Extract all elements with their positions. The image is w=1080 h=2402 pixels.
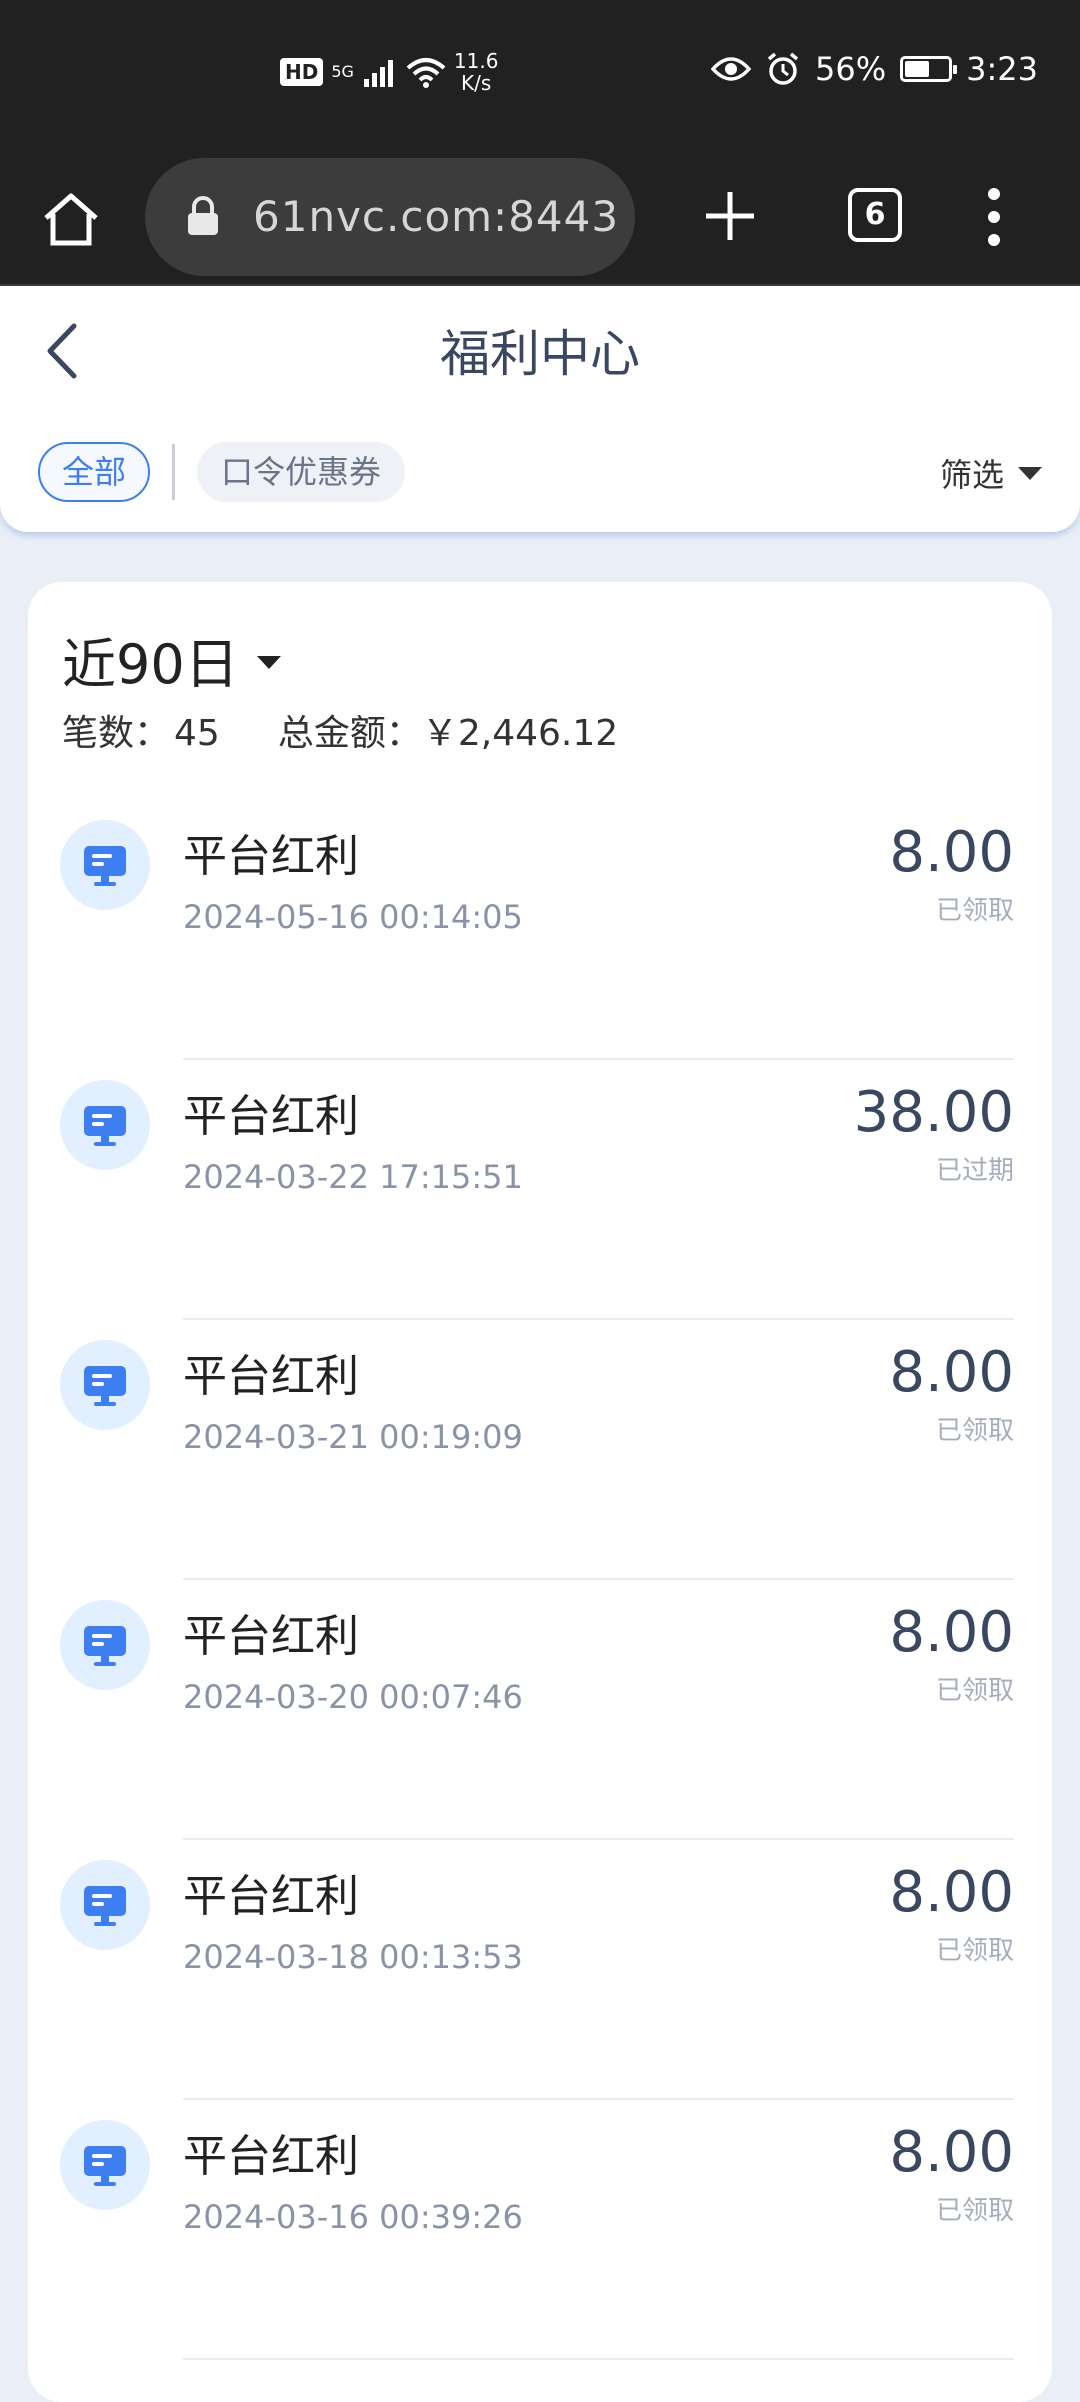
monitor-icon	[60, 2120, 150, 2210]
monitor-icon	[60, 1340, 150, 1430]
speed-value: 11.6	[453, 49, 499, 73]
app-header: 福利中心 全部 口令优惠券 筛选	[0, 286, 1080, 532]
record-list: 平台红利 2024-05-16 00:14:05 8.00 已领取 平台红利 2…	[28, 800, 1052, 2360]
total-label: 总金额：	[277, 713, 422, 754]
monitor-icon	[60, 820, 150, 910]
record-time: 2024-03-18 00:13:53	[183, 1938, 523, 1976]
more-menu-icon[interactable]	[980, 186, 1008, 248]
lock-icon	[188, 196, 218, 235]
eye-icon	[711, 57, 752, 81]
count-summary: 笔数： 45	[62, 704, 220, 756]
record-name: 平台红利	[183, 1611, 359, 1662]
category-tabs: 全部 口令优惠券	[38, 442, 406, 502]
record-name: 平台红利	[183, 1351, 359, 1402]
status-left: HD 5G 11.6 K/s	[280, 50, 498, 94]
caret-down-icon	[256, 656, 281, 669]
record-amount: 8.00	[889, 2120, 1014, 2185]
list-item[interactable]: 平台红利 2024-03-16 00:39:26 8.00 已领取	[28, 2100, 1052, 2360]
speed-unit: K/s	[461, 71, 492, 95]
count-value: 45	[174, 713, 220, 754]
tab-switcher-button[interactable]: 6	[848, 188, 902, 242]
record-amount: 8.00	[889, 1600, 1014, 1665]
list-item[interactable]: 平台红利 2024-03-21 00:19:09 8.00 已领取	[28, 1320, 1052, 1580]
record-status: 已领取	[935, 1676, 1014, 1706]
battery-icon	[900, 56, 958, 82]
record-status: 已领取	[935, 1416, 1014, 1446]
list-item[interactable]: 平台红利 2024-05-16 00:14:05 8.00 已领取	[28, 800, 1052, 1060]
status-bar: HD 5G 11.6 K/s 56% 3:23	[0, 0, 1080, 148]
new-tab-icon[interactable]	[700, 186, 760, 246]
record-amount: 8.00	[889, 1340, 1014, 1405]
clock: 3:23	[966, 50, 1038, 88]
battery-percent: 56%	[815, 50, 887, 88]
hd-badge: HD	[280, 58, 324, 86]
record-status: 已领取	[935, 1936, 1014, 1966]
monitor-icon	[60, 1860, 150, 1950]
network-speed: 11.6 K/s	[454, 50, 499, 94]
period-label: 近90日	[62, 633, 239, 696]
monitor-icon	[60, 1600, 150, 1690]
count-label: 笔数：	[62, 713, 171, 754]
total-summary: 总金额：￥2,446.12	[278, 704, 618, 756]
filter-button[interactable]: 筛选	[940, 450, 1042, 496]
browser-toolbar: 61nvc.com:8443 6	[0, 148, 1080, 286]
record-amount: 8.00	[889, 820, 1014, 885]
record-name: 平台红利	[183, 1091, 359, 1142]
record-name: 平台红利	[183, 1871, 359, 1922]
network-type: 5G	[331, 62, 354, 81]
record-name: 平台红利	[183, 831, 359, 882]
record-time: 2024-03-16 00:39:26	[183, 2198, 523, 2236]
record-status: 已领取	[935, 896, 1014, 926]
caret-down-icon	[1018, 466, 1042, 480]
tab-all[interactable]: 全部	[38, 442, 151, 502]
record-name: 平台红利	[183, 2131, 359, 2182]
record-amount: 38.00	[853, 1080, 1014, 1145]
record-amount: 8.00	[889, 1860, 1014, 1925]
status-right: 56% 3:23	[711, 50, 1038, 88]
record-time: 2024-03-20 00:07:46	[183, 1678, 523, 1716]
record-time: 2024-03-21 00:19:09	[183, 1418, 523, 1456]
filter-label: 筛选	[939, 456, 1004, 494]
divider	[183, 2358, 1014, 2360]
alarm-icon	[767, 52, 799, 85]
list-item[interactable]: 平台红利 2024-03-18 00:13:53 8.00 已领取	[28, 1840, 1052, 2100]
list-item[interactable]: 平台红利 2024-03-22 17:15:51 38.00 已过期	[28, 1060, 1052, 1320]
home-icon[interactable]	[40, 188, 102, 250]
tab-coupon[interactable]: 口令优惠券	[197, 442, 406, 502]
page-title: 福利中心	[440, 325, 640, 383]
period-selector[interactable]: 近90日	[62, 620, 281, 699]
url-text[interactable]: 61nvc.com:8443	[253, 192, 619, 241]
record-time: 2024-05-16 00:14:05	[183, 898, 523, 936]
tab-divider	[172, 444, 176, 500]
address-bar[interactable]: 61nvc.com:8443	[145, 158, 635, 276]
record-status: 已领取	[935, 2196, 1014, 2226]
records-card: 近90日 笔数： 45 总金额：￥2,446.12 平台红利 2024-05-16…	[28, 582, 1052, 2402]
signal-icon	[363, 60, 393, 87]
record-status: 已过期	[935, 1156, 1014, 1186]
monitor-icon	[60, 1080, 150, 1170]
total-value: ￥2,446.12	[421, 713, 619, 754]
summary-line: 笔数： 45 总金额：￥2,446.12	[62, 704, 618, 756]
record-time: 2024-03-22 17:15:51	[183, 1158, 523, 1196]
list-item[interactable]: 平台红利 2024-03-20 00:07:46 8.00 已领取	[28, 1580, 1052, 1840]
wifi-icon	[406, 58, 446, 88]
